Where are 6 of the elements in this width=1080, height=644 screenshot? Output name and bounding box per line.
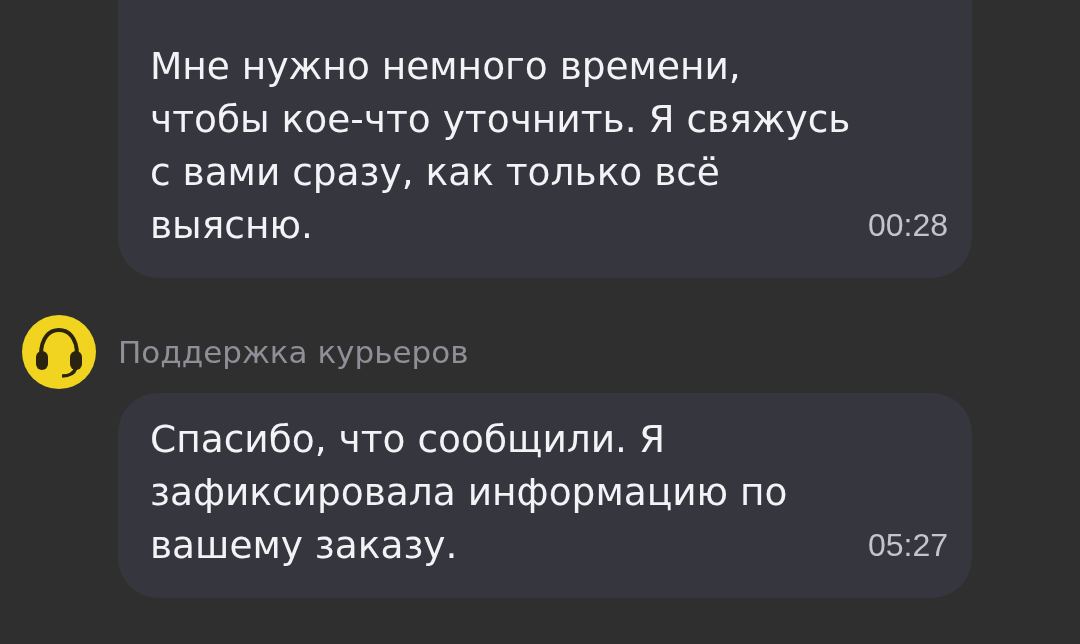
sender-name: Поддержка курьеров: [118, 334, 469, 370]
message-time: 00:28: [867, 206, 948, 245]
message-text: Спасибо, что сообщили. Я зафиксировала информацию по вашему заказу.: [150, 416, 789, 569]
message-text: Мне нужно немного времени, чтобы кое-что уточнить. Я свяжусь с вами сразу, как только всё выясню.: [150, 43, 852, 249]
headset-icon: [22, 315, 96, 389]
message-time: 05:27: [867, 526, 948, 565]
